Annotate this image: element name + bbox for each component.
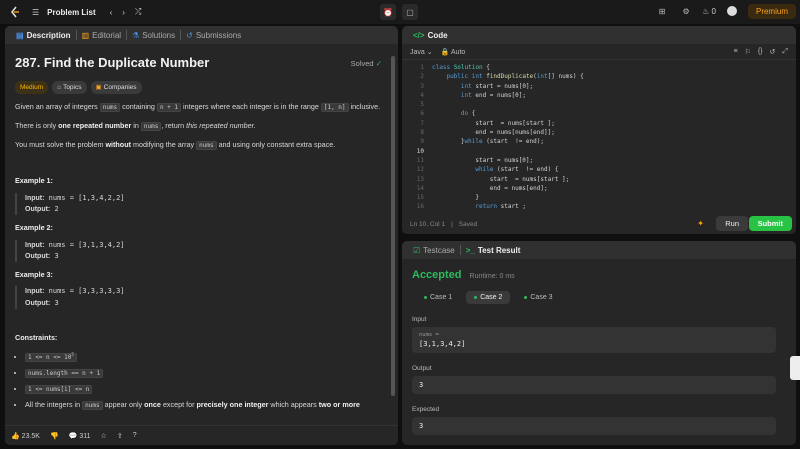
side-drawer-handle[interactable] <box>790 356 800 380</box>
premium-button[interactable]: Premium <box>747 3 796 19</box>
layout-icon[interactable]: ⊞ <box>654 3 670 19</box>
comment-icon: 💬 <box>68 432 78 440</box>
avatar[interactable] <box>724 3 740 19</box>
thumbs-up-icon: 👍 <box>11 432 20 440</box>
tab-solutions[interactable]: ⚗ Solutions <box>127 26 180 44</box>
comments-button[interactable]: 💬 311 <box>69 432 91 440</box>
difficulty-badge[interactable]: Medium <box>15 80 49 95</box>
list-item: All the integers in nums appear only onc… <box>25 397 388 413</box>
constraints-title: Constraints: <box>15 332 58 342</box>
help-icon[interactable]: ? <box>133 432 137 439</box>
example-3: Input: nums = [3,3,3,3,3] Output: 3 <box>15 286 388 309</box>
run-button[interactable]: Run <box>716 216 748 231</box>
book-icon: ▥ <box>81 30 90 40</box>
solved-badge: Solved ✓ <box>350 59 382 68</box>
tab-description[interactable]: ▤ Description <box>11 26 76 44</box>
language-select[interactable]: Java ⌄ <box>410 48 433 56</box>
paragraph-3: You must solve the problem without modif… <box>15 139 336 150</box>
code-icon: </> <box>413 30 425 40</box>
format-icon[interactable]: ≡ <box>733 48 737 56</box>
notes-icon[interactable]: ▢ <box>402 4 418 20</box>
line-numbers: 1 2 3 4 5 6 7 8 9 10 11 12 13 14 15 16 <box>416 64 424 210</box>
constraints-list: 1 <= n <= 105 nums.length == n + 1 1 <= … <box>25 349 388 412</box>
reset-icon[interactable]: ↺ <box>770 48 776 56</box>
leetcode-logo-icon[interactable] <box>8 5 22 19</box>
problem-title[interactable]: 287. Find the Duplicate Number <box>15 54 388 73</box>
companies-button[interactable]: ▣ Companies <box>90 80 142 95</box>
timer-icon[interactable]: ⏰ <box>380 4 396 20</box>
share-icon[interactable]: ⇪ <box>117 432 123 440</box>
code-content: class Solution { public int findDuplicat… <box>432 64 584 210</box>
result-panel: ☑ Testcase >_ Test Result Accepted Runtime… <box>402 241 796 445</box>
shuffle-icon[interactable]: ⤮ <box>135 7 141 17</box>
topics-button[interactable]: ⌂ Topics <box>52 80 87 95</box>
case-1-tab[interactable]: Case 1 <box>416 291 460 304</box>
example-1: Input: nums = [1,3,4,2,2] Output: 2 <box>15 192 388 216</box>
auto-mode[interactable]: 🔒 Auto <box>441 48 466 56</box>
star-icon[interactable]: ☆ <box>101 432 107 440</box>
like-button[interactable]: 👍 23.5K <box>11 432 40 440</box>
flask-icon: ⚗ <box>132 30 140 40</box>
next-problem-icon[interactable]: › <box>122 8 125 17</box>
check-circle-icon: ✓ <box>375 59 382 68</box>
example-2-title: Example 2: <box>15 223 53 233</box>
checkbox-icon: ☑ <box>413 245 421 255</box>
history-icon: ↺ <box>186 30 193 40</box>
thumbs-down-icon[interactable]: 👎 <box>50 432 59 440</box>
tab-test-result[interactable]: >_ Test Result <box>461 241 526 259</box>
tab-submissions[interactable]: ↺ Submissions <box>181 26 246 44</box>
problem-list-icon[interactable]: ☰ <box>32 8 39 17</box>
lock-icon: ▣ <box>95 83 102 91</box>
input-box: nums = [3,1,3,4,2] <box>412 327 776 353</box>
bookmark-icon[interactable]: ⚐ <box>745 48 751 56</box>
tag-icon: ⌂ <box>57 83 62 91</box>
result-tabs: ☑ Testcase >_ Test Result <box>402 241 796 259</box>
case-tabs: Case 1 Case 2 Case 3 <box>416 291 796 304</box>
code-editor[interactable]: 1 2 3 4 5 6 7 8 9 10 11 12 13 14 15 16 class Solution {… <box>402 60 796 210</box>
terminal-icon: >_ <box>465 245 475 255</box>
expected-label: Expected <box>412 406 440 413</box>
top-bar: ☰ Problem List ‹ › ⤮ ⏰ ▢ ⊞ ⚙ ♨ 0 Premium <box>0 0 800 24</box>
code-panel: </> Code Java ⌄ 🔒 Auto ≡ ⚐ {} ↺ ⤢ 1234567… <box>402 26 796 234</box>
tab-editorial[interactable]: ▥ Editorial <box>77 26 126 44</box>
braces-icon[interactable]: {} <box>758 48 763 56</box>
example-1-title: Example 1: <box>15 176 53 186</box>
list-item: nums.length == n + 1 <box>25 365 388 381</box>
list-item: 1 <= nums[i] <= n <box>25 381 388 397</box>
fullscreen-icon[interactable]: ⤢ <box>782 48 788 56</box>
settings-gear-icon[interactable]: ⚙ <box>678 3 694 19</box>
runtime-text: Runtime: 0 ms <box>469 273 515 280</box>
result-status: Accepted Runtime: 0 ms <box>412 269 515 281</box>
code-toolbar: Java ⌄ 🔒 Auto ≡ ⚐ {} ↺ ⤢ <box>402 44 796 60</box>
case-3-tab[interactable]: Case 3 <box>516 291 560 304</box>
output-label: Output <box>412 365 432 372</box>
code-tabs: </> Code <box>402 26 796 44</box>
description-scrollbar[interactable] <box>391 56 395 396</box>
document-icon: ▤ <box>16 30 24 40</box>
submit-button[interactable]: Submit <box>748 216 792 231</box>
debug-icon[interactable]: ✦ <box>697 219 704 228</box>
paragraph-2: There is only one repeated number in num… <box>15 120 256 131</box>
list-item: 1 <= n <= 105 <box>25 349 388 365</box>
description-panel: ▤ Description ▥ Editorial ⚗ Solutions ↺ Subm… <box>5 26 398 445</box>
problem-description: 287. Find the Duplicate Number Solved ✓ … <box>5 44 398 421</box>
streak-counter[interactable]: ♨ 0 <box>702 7 716 16</box>
example-3-title: Example 3: <box>15 269 53 279</box>
input-label: Input <box>412 316 427 323</box>
lock-icon: 🔒 <box>440 48 450 56</box>
expected-box: 3 <box>412 417 776 435</box>
prev-problem-icon[interactable]: ‹ <box>110 8 113 17</box>
paragraph-1: Given an array of integers nums containi… <box>15 102 381 113</box>
problem-list-link[interactable]: Problem List <box>47 8 95 17</box>
tab-testcase[interactable]: ☑ Testcase <box>408 241 460 259</box>
tab-code[interactable]: </> Code <box>408 26 453 44</box>
output-box: 3 <box>412 376 776 394</box>
description-footer: 👍 23.5K 👎 💬 311 ☆ ⇪ ? <box>5 425 398 445</box>
example-2: Input: nums = [3,1,3,4,2] Output: 3 <box>15 239 388 262</box>
case-2-tab[interactable]: Case 2 <box>466 291 511 304</box>
left-tabs: ▤ Description ▥ Editorial ⚗ Solutions ↺ Subm… <box>5 26 398 44</box>
fire-icon: ♨ <box>702 6 710 16</box>
